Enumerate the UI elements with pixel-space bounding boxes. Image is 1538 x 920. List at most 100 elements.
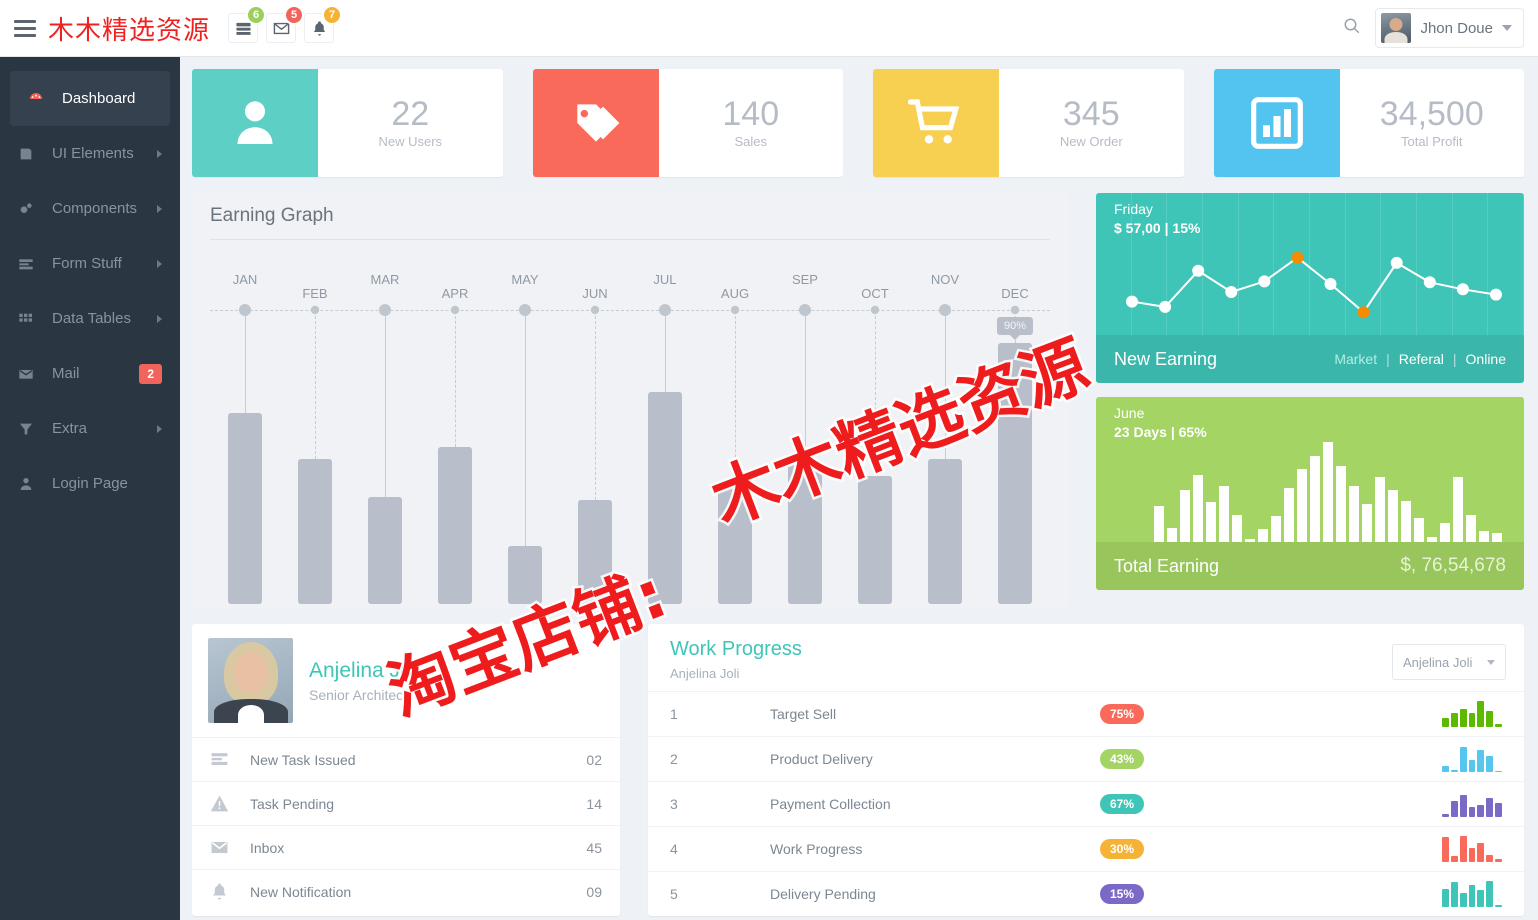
stat-card-new-users[interactable]: 22 New Users xyxy=(192,69,503,177)
graph-bar[interactable] xyxy=(297,459,332,604)
tab-divider: | xyxy=(1386,351,1390,367)
profile-stat-label: New Task Issued xyxy=(250,751,356,768)
status-badge: 15% xyxy=(1100,884,1145,904)
cart-icon xyxy=(908,99,960,144)
row-badge-cell: 43% xyxy=(1100,749,1330,769)
warning-icon xyxy=(210,794,250,813)
notifications-button[interactable]: 7 xyxy=(304,5,343,43)
table-row[interactable]: 3 Payment Collection 67% xyxy=(648,781,1524,826)
graph-bar[interactable] xyxy=(997,343,1032,604)
sidebar-item-login-page[interactable]: Login Page xyxy=(0,456,180,511)
sidebar-item-form-stuff[interactable]: Form Stuff xyxy=(0,236,180,291)
graph-tooltip: 90% xyxy=(996,317,1033,335)
row-badge-cell: 30% xyxy=(1100,839,1330,859)
graph-month-dot xyxy=(870,305,880,315)
stat-body: 345 New Order xyxy=(999,69,1184,177)
graph-bar[interactable] xyxy=(647,392,682,604)
profile-stat-task-pending[interactable]: Task Pending 14 xyxy=(192,781,620,825)
status-badge: 43% xyxy=(1100,749,1145,769)
table-row[interactable]: 2 Product Delivery 43% xyxy=(648,736,1524,781)
menu-toggle-icon[interactable] xyxy=(14,19,36,37)
stat-card-sales[interactable]: 140 Sales xyxy=(532,69,844,177)
new-earning-panel: Friday $ 57,00 | 15% New Earning Market … xyxy=(1096,193,1524,383)
graph-bar[interactable] xyxy=(577,500,612,604)
stat-icon-wrap xyxy=(1213,69,1340,177)
sidebar-item-extra[interactable]: Extra xyxy=(0,401,180,456)
new-earning-footer-title: New Earning xyxy=(1114,348,1218,369)
tab-referal[interactable]: Referal xyxy=(1399,351,1444,367)
table-row[interactable]: 5 Delivery Pending 15% xyxy=(648,871,1524,916)
profile-stat-count: 14 xyxy=(586,795,602,812)
gears-icon xyxy=(18,201,40,217)
total-earning-bar xyxy=(1323,441,1333,542)
sidebar-item-dashboard[interactable]: Dashboard xyxy=(10,71,170,126)
tab-online[interactable]: Online xyxy=(1466,351,1506,367)
graph-month-column: OCT xyxy=(840,264,910,614)
grid-icon xyxy=(18,311,40,327)
graph-bar[interactable] xyxy=(367,497,402,604)
row-name: Payment Collection xyxy=(770,796,891,812)
stat-cards-row: 22 New Users 140 Sales 345 New Order 34,… xyxy=(192,69,1524,177)
graph-month-dot xyxy=(1010,305,1020,315)
total-earning-bar xyxy=(1193,475,1203,542)
row-index: 4 xyxy=(670,841,678,857)
total-earning-panel: June 23 Days | 65% Total Earning $, 76,5… xyxy=(1096,397,1524,590)
new-earning-tabs: Market | Referal | Online xyxy=(1334,351,1506,367)
total-earning-bar xyxy=(1388,490,1398,542)
middle-row: Earning Graph JAN FEB MAR APR MAY JUN JUL AUG SE… xyxy=(192,193,1524,608)
graph-bar[interactable] xyxy=(857,476,892,604)
graph-month-dot xyxy=(450,305,460,315)
graph-bar[interactable] xyxy=(927,459,962,604)
mail-button[interactable]: 5 xyxy=(266,5,305,43)
graph-bar[interactable] xyxy=(507,546,542,604)
graph-stem xyxy=(524,316,526,546)
profile-avatar xyxy=(208,638,293,723)
tab-market[interactable]: Market xyxy=(1334,351,1377,367)
stat-card-total-profit[interactable]: 34,500 Total Profit xyxy=(1213,69,1524,177)
stat-body: 140 Sales xyxy=(659,69,844,177)
stat-card-new-order[interactable]: 345 New Order xyxy=(873,69,1184,177)
graph-month-label: DEC xyxy=(1001,286,1029,301)
profile-stat-new-task[interactable]: New Task Issued 02 xyxy=(192,737,620,781)
graph-bar[interactable] xyxy=(717,482,752,604)
graph-bar[interactable] xyxy=(227,413,262,604)
user-menu[interactable]: Jhon Doue xyxy=(1375,8,1524,48)
graph-stem xyxy=(244,316,246,413)
sidebar-item-data-tables[interactable]: Data Tables xyxy=(0,291,180,346)
sidebar-item-components[interactable]: Components xyxy=(0,181,180,236)
row-index: 1 xyxy=(670,706,678,722)
table-row[interactable]: 1 Target Sell 75% xyxy=(648,691,1524,736)
graph-bar[interactable] xyxy=(787,465,822,604)
graph-month-column: JAN xyxy=(210,264,280,614)
total-earning-bar xyxy=(1375,477,1385,542)
profile-stat-label: Inbox xyxy=(250,839,285,856)
graph-stem xyxy=(804,316,806,465)
total-earning-label: June 23 Days | 65% xyxy=(1114,405,1207,440)
dashboard-icon xyxy=(28,91,50,107)
tasks-button[interactable]: 6 xyxy=(228,5,267,43)
work-progress-select[interactable]: Anjelina Joli xyxy=(1392,644,1506,680)
graph-stem xyxy=(944,316,946,459)
work-progress-title: Work Progress xyxy=(670,638,802,660)
search-button[interactable] xyxy=(1343,17,1361,40)
row-badge-cell: 75% xyxy=(1100,704,1330,724)
chevron-down-icon xyxy=(1502,25,1512,31)
graph-month-dot xyxy=(798,304,811,316)
graph-bar[interactable] xyxy=(437,447,472,604)
sidebar-item-ui-elements[interactable]: UI Elements xyxy=(0,126,180,181)
total-earning-bar xyxy=(1154,506,1164,542)
person-icon xyxy=(237,101,273,144)
work-progress-select-value: Anjelina Joli xyxy=(1403,654,1473,670)
row-index: 2 xyxy=(670,751,678,767)
profile-stat-count: 45 xyxy=(586,839,602,856)
new-earning-footer: New Earning Market | Referal | Online xyxy=(1096,335,1524,383)
total-earning-bar xyxy=(1336,466,1346,542)
profile-stat-inbox[interactable]: Inbox 45 xyxy=(192,825,620,869)
stat-label: Total Profit xyxy=(1401,134,1463,150)
profile-stat-new-notification[interactable]: New Notification 09 xyxy=(192,869,620,913)
status-badge: 67% xyxy=(1100,794,1145,814)
total-earning-bar xyxy=(1219,485,1229,542)
row-badge-cell: 15% xyxy=(1100,884,1330,904)
sidebar-item-mail[interactable]: Mail 2 xyxy=(0,346,180,401)
table-row[interactable]: 4 Work Progress 30% xyxy=(648,826,1524,871)
